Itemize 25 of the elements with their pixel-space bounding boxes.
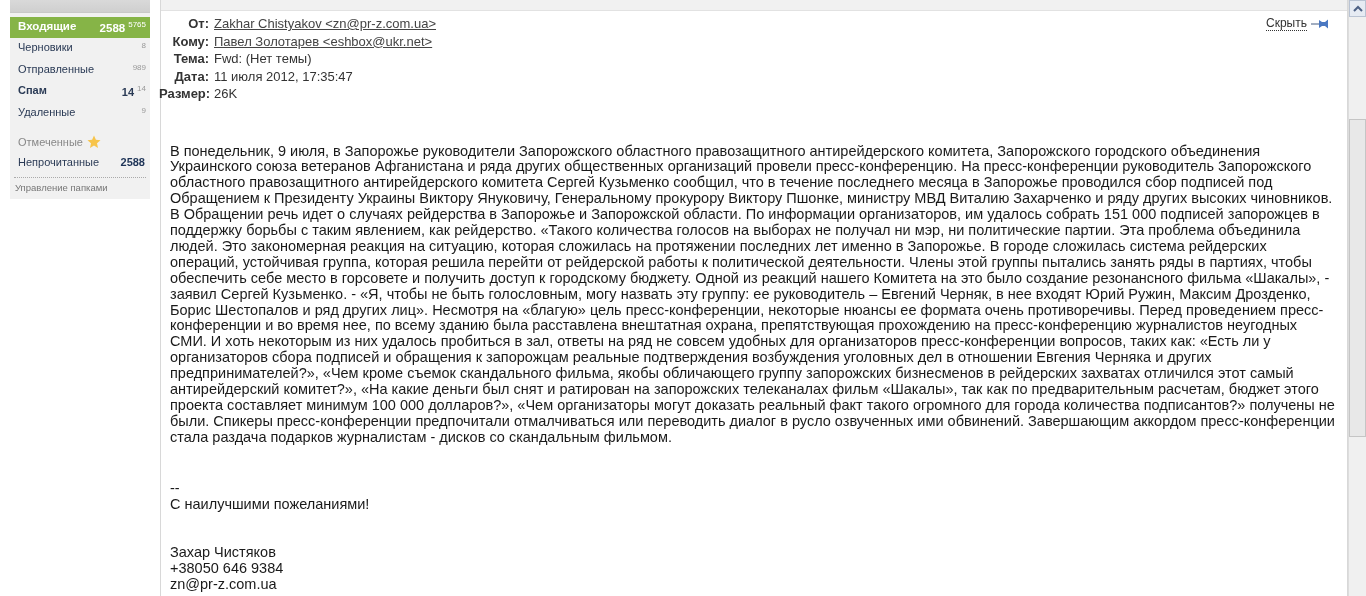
header-value: Fwd: (Нет темы): [214, 51, 313, 67]
address-link[interactable]: Павел Золотарев <eshbox@ukr.net>: [214, 33, 436, 49]
header-label: Размер:: [159, 86, 209, 102]
signature-greeting: С наилучшими пожеланиями!: [170, 495, 370, 512]
scrollbar[interactable]: [1348, 0, 1366, 596]
message-text: В понедельник, 9 июля, в Запорожье руководители Запорожского областного правозащитного антирейдерского комитета, Запорожского городского объединения Украинского союза ветеранов Афганистана и ряда других общественных организаций провели пресс-конференцию. На пресс-конференции руководитель Запорожского областного правозащитного антирейдерского комитета Сергей Кузьменко сообщил, что в течение последнего месяца в Запорожье проводился сбор подписей под Обращением к Президенту Украины Виктору Януковичу, Генеральному прокурору Виктору Пшонке, министру МВД Виталию Захарченко и ряду других высоких чиновников. В Обращении речь идет о случаях рейдерства в Запорожье и Запорожской области. По информации организаторов, им удалось собрать 151 000 подписей запорожцев в поддержку борьбы с таким явлением, как рейдерство. «Такого количества голосов на выборах не получал ни мэр, ни политические партии. Эта проблема объединила людей. Это закономерная реакция на ситуацию, которая сложилась на протяжении последних лет именно в Запорожье. В городе сложилась система рейдерских операций, устойчивая группа, которая решила перейти от рейдерской работы к политической деятельности. Члены этой группы пытались занять ряды в партиях, чтобы обеспечить себе место в горсовете и получить доступ к городскому бюджету. Одной из реакций нашего Комитета на это было создание резонансного фильма «Шакалы», - заявил Сергей Кузьменко. - «Я, чтобы не быть голословным, могу назвать эту группу: ее руководитель – Евгений Черняк, в нее входят Юрий Ружин, Максим Дрозденко, Борис Шестопалов и ряд других лиц». Несмотря на «благую» цель пресс-конференции, некоторые нюансы ее формата очень противоречивы. Перед проведением пресс-конференции и во время нее, по всему зданию была расставлена внештатная охрана, препятствующая прохождению на пресс-конференцию журналистов неугодных СМИ. И хоть некоторым из них удалось пробиться в зал, ответы на ряд не совсем удобных для организаторов пресс-конференции вопросов, таких как: «Есть ли у организаторов сбора подписей и обращения к запорожцам реальные подтверждения возбуждения уголовных дел в отношении Евгения Черняка и других предпринимателей?», «Чем кроме съемок скандального фильма, якобы обличающего группу запорожских бизнесменов в рейдерских захватах отличился этот самый антирейдерский комитет?», «На какие деньги был снят и ратирован на запорожских телеканалах фильм «Шакалы», так как по предварительным расчетам, бюджет этого проекта составляет минимум 100 000 долларов?», «Чем организаторы могут доказать реальный факт такого огромного для города количества подписантов?» получены не были. Спикеры пресс-конференции предпочитали отмалчиваться или переводить диалог в русло озвученных ими обвинений. Завершающим аккордом пресс-конференции стала раздача подарков журналистам - дисков со скандальным фильмом.: [170, 143, 1335, 446]
folder-item[interactable]: Спам 14 $^{14}$: [10, 81, 150, 103]
filter-item[interactable]: Непрочитанные 2588: [10, 152, 150, 172]
header-label: Дата:: [173, 68, 209, 84]
header-label: От:: [187, 16, 209, 32]
star-icon: [86, 135, 101, 149]
signature-line: Захар Чистяков: [170, 543, 276, 560]
address-link[interactable]: Zakhar Chistyakov <zn@pr-z.com.ua>: [214, 16, 436, 32]
signature-separator: --: [170, 479, 180, 496]
hide-link[interactable]: Скрыть: [1266, 17, 1307, 31]
header-label: Кому:: [171, 33, 209, 49]
scroll-up-button[interactable]: [1349, 0, 1366, 17]
pin-icon[interactable]: [1311, 19, 1329, 29]
header-label: Тема:: [172, 51, 209, 67]
header-value: 26K: [214, 86, 239, 102]
header-value: 11 июля 2012, 17:35:47: [214, 68, 354, 84]
manage-folders-link[interactable]: Управление папками: [10, 182, 150, 193]
signature-line: +38050 646 9384: [170, 559, 284, 576]
scrollbar-thumb[interactable]: [1349, 119, 1366, 437]
signature-line: zn@pr-z.com.ua: [170, 575, 277, 592]
